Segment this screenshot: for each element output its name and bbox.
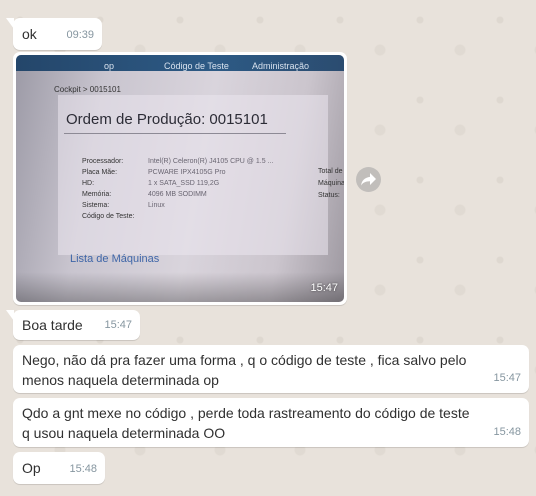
photo-app-topbar: op Código de Teste Administração [16, 55, 344, 71]
bubble-tail [6, 18, 14, 29]
photo-divider [64, 133, 286, 134]
message-text: Nego, não dá pra fazer uma forma , q o c… [22, 352, 467, 388]
photo-tab: op [104, 61, 115, 71]
photo-link: Lista de Máquinas [70, 253, 160, 265]
message-time: 15:48 [69, 463, 97, 475]
message-bubble[interactable]: Qdo a gnt mexe no código , perde toda ra… [13, 398, 529, 447]
photo-title: Ordem de Produção: 0015101 [66, 111, 268, 128]
message-time: 15:47 [493, 372, 521, 384]
message-text: Qdo a gnt mexe no código , perde toda ra… [22, 405, 470, 441]
photo-side-labels: Total de Máquinas Status: [318, 168, 344, 199]
message-bubble[interactable]: Boa tarde 15:47 [6, 310, 140, 340]
photo-tab: Administração [252, 61, 310, 71]
message-bubble[interactable]: ok 09:39 [6, 18, 102, 50]
message-time: 15:48 [493, 426, 521, 438]
message-time: 15:47 [310, 282, 338, 294]
bubble-tail [6, 310, 14, 321]
spec-row: Código de Teste: [82, 213, 135, 220]
photo-shade [16, 272, 344, 302]
photo-tab: Código de Teste [164, 61, 229, 71]
forward-arrow-icon [361, 173, 376, 186]
photo-spec-list: Processador: Intel(R) Celeron(R) J4105 CP… [82, 152, 274, 220]
photo-of-screen[interactable]: op Código de Teste Administração Cockpit… [16, 55, 344, 302]
message-time: 09:39 [66, 29, 94, 41]
message-time: 15:47 [104, 319, 132, 331]
image-message[interactable]: op Código de Teste Administração Cockpit… [13, 52, 347, 305]
message-bubble[interactable]: Nego, não dá pra fazer uma forma , q o c… [13, 345, 529, 393]
spec-row: Processador: Intel(R) Celeron(R) J4105 CP… [82, 158, 274, 165]
spec-row: HD: 1 x SATA_SSD 119,2G [82, 180, 220, 187]
message-bubble[interactable]: Op 15:48 [13, 452, 105, 484]
forward-button[interactable] [356, 167, 381, 192]
spec-row: Memória: 4096 MB SODIMM [82, 191, 207, 198]
photo-breadcrumb: Cockpit > 0015101 [54, 85, 121, 94]
